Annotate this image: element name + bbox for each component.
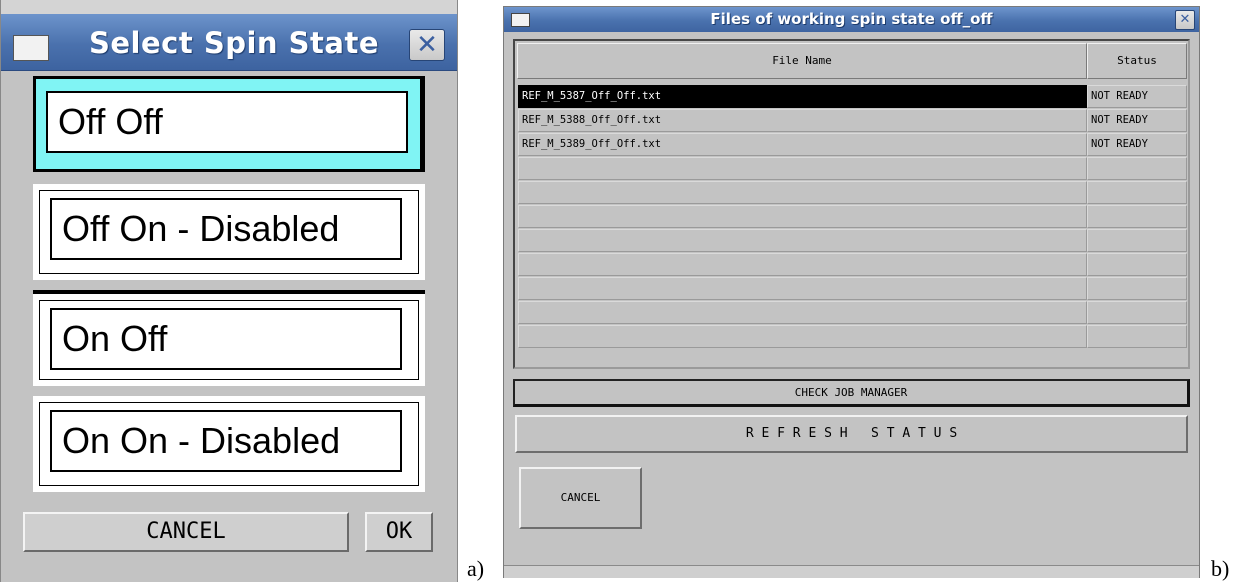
status-cell <box>1087 301 1187 324</box>
spin-option-label: Off Off <box>46 91 408 153</box>
window-menu-icon[interactable] <box>13 35 49 61</box>
table-row[interactable] <box>518 325 1187 349</box>
table-row[interactable] <box>518 181 1187 205</box>
cancel-button[interactable]: CANCEL <box>23 512 349 552</box>
status-cell: NOT READY <box>1087 133 1187 156</box>
spin-option-on-on[interactable]: On On - Disabled <box>33 396 425 492</box>
table-row[interactable] <box>518 253 1187 277</box>
cancel-button[interactable]: CANCEL <box>519 467 642 529</box>
figure-label-a: a) <box>467 556 485 581</box>
status-cell <box>1087 277 1187 300</box>
file-name-cell <box>518 229 1087 252</box>
file-name-cell: REF_M_5388_Off_Off.txt <box>518 109 1087 132</box>
file-name-cell <box>518 253 1087 276</box>
spin-option-on-off[interactable]: On Off <box>33 290 425 386</box>
close-icon[interactable]: ✕ <box>1175 10 1195 30</box>
spin-option-label: On Off <box>50 308 402 370</box>
file-name-cell: REF_M_5387_Off_Off.txt <box>518 85 1087 108</box>
spin-option-label: Off On - Disabled <box>50 198 402 260</box>
title-bar[interactable]: Files of working spin state off_off ✕ <box>504 7 1199 32</box>
status-cell <box>1087 325 1187 348</box>
files-table: File Name Status REF_M_5387_Off_Off.txt N… <box>513 39 1190 369</box>
file-name-cell <box>518 157 1087 180</box>
table-row[interactable] <box>518 157 1187 181</box>
spin-option-label: On On - Disabled <box>50 410 402 472</box>
status-cell <box>1087 205 1187 228</box>
select-spin-state-dialog: Select Spin State ✕ Off Off Off On - Dis… <box>0 0 458 582</box>
status-cell: NOT READY <box>1087 109 1187 132</box>
file-name-cell <box>518 301 1087 324</box>
status-cell <box>1087 253 1187 276</box>
top-strip <box>1 0 457 14</box>
spin-option-off-off[interactable]: Off Off <box>33 76 425 172</box>
table-row[interactable] <box>518 301 1187 325</box>
file-name-cell <box>518 205 1087 228</box>
column-header-file-name[interactable]: File Name <box>517 43 1087 79</box>
dialog-title: Files of working spin state off_off <box>710 10 993 28</box>
file-name-cell <box>518 325 1087 348</box>
table-row[interactable]: REF_M_5388_Off_Off.txt NOT READY <box>518 109 1187 133</box>
status-cell <box>1087 157 1187 180</box>
spin-option-off-on[interactable]: Off On - Disabled <box>33 184 425 280</box>
check-job-manager-button[interactable]: CHECK JOB MANAGER <box>513 379 1190 407</box>
column-header-status[interactable]: Status <box>1087 43 1187 79</box>
file-name-cell <box>518 277 1087 300</box>
bottom-bar <box>504 565 1199 578</box>
table-row[interactable] <box>518 277 1187 301</box>
ok-button[interactable]: OK <box>365 512 433 552</box>
file-name-cell: REF_M_5389_Off_Off.txt <box>518 133 1087 156</box>
status-cell <box>1087 229 1187 252</box>
file-name-cell <box>518 181 1087 204</box>
files-spin-state-dialog: Files of working spin state off_off ✕ Fi… <box>503 6 1200 578</box>
table-row[interactable] <box>518 229 1187 253</box>
table-row[interactable]: REF_M_5389_Off_Off.txt NOT READY <box>518 133 1187 157</box>
table-row[interactable] <box>518 205 1187 229</box>
dialog-title: Select Spin State <box>89 26 379 60</box>
status-cell: NOT READY <box>1087 85 1187 108</box>
title-bar[interactable]: Select Spin State ✕ <box>1 14 457 71</box>
close-icon[interactable]: ✕ <box>409 29 445 61</box>
refresh-status-button[interactable]: R E F R E S H S T A T U S <box>515 415 1188 453</box>
table-row[interactable]: REF_M_5387_Off_Off.txt NOT READY <box>518 85 1187 109</box>
figure-label-b: b) <box>1211 556 1230 581</box>
status-cell <box>1087 181 1187 204</box>
